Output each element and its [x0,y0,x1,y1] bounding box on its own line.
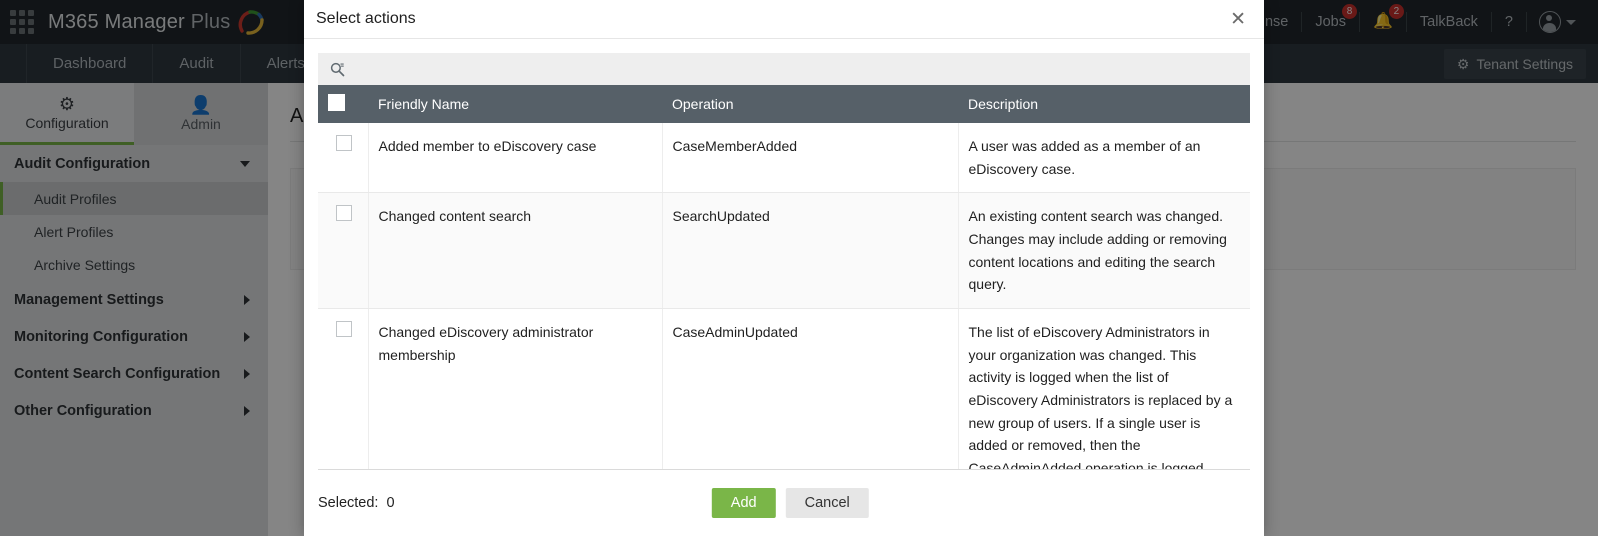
selected-count: Selected: 0 [318,495,395,511]
table-row[interactable]: Changed content search SearchUpdated An … [318,193,1250,309]
table-row[interactable]: Added member to eDiscovery case CaseMemb… [318,123,1250,193]
add-button[interactable]: Add [712,488,776,518]
cell-operation: CaseAdminUpdated [662,309,958,470]
cell-friendly-name: Changed eDiscovery administrator members… [368,309,662,470]
search-bar [318,53,1250,85]
row-checkbox[interactable] [336,321,352,337]
select-all-checkbox[interactable] [328,94,345,111]
table-header-row: Friendly Name Operation Description [318,85,1250,123]
cell-description: An existing content search was changed. … [958,193,1250,309]
table-row[interactable]: Changed eDiscovery administrator members… [318,309,1250,470]
row-checkbox-cell [318,193,368,309]
row-checkbox[interactable] [336,205,352,221]
dialog-body: Friendly Name Operation Description Adde… [304,39,1264,470]
actions-table-body: Added member to eDiscovery case CaseMemb… [318,123,1250,470]
actions-table: Friendly Name Operation Description Adde… [318,85,1250,470]
actions-table-scroll[interactable]: Friendly Name Operation Description Adde… [318,85,1250,470]
search-input[interactable] [354,55,1238,83]
cell-friendly-name: Added member to eDiscovery case [368,123,662,193]
select-all-header [318,85,368,123]
dialog-title: Select actions [316,10,416,28]
selected-value: 0 [387,495,395,511]
dialog-footer: Selected: 0 Add Cancel [304,470,1264,536]
cell-friendly-name: Changed content search [368,193,662,309]
row-checkbox[interactable] [336,135,352,151]
column-friendly-name[interactable]: Friendly Name [368,85,662,123]
column-description[interactable]: Description [958,85,1250,123]
close-icon[interactable]: ✕ [1226,8,1250,31]
cell-operation: CaseMemberAdded [662,123,958,193]
footer-buttons: Add Cancel [712,488,869,518]
dialog-header: Select actions ✕ [304,0,1264,39]
cell-description: The list of eDiscovery Administrators in… [958,309,1250,470]
select-actions-dialog: Select actions ✕ [304,0,1264,536]
selected-label: Selected: [318,495,378,511]
app-root: M365 Manager Plus nse Jobs 8 [0,0,1598,536]
row-checkbox-cell [318,309,368,470]
row-checkbox-cell [318,123,368,193]
cell-operation: SearchUpdated [662,193,958,309]
cancel-button[interactable]: Cancel [786,488,869,518]
search-icon [330,62,345,77]
column-operation[interactable]: Operation [662,85,958,123]
cell-description: A user was added as a member of an eDisc… [958,123,1250,193]
